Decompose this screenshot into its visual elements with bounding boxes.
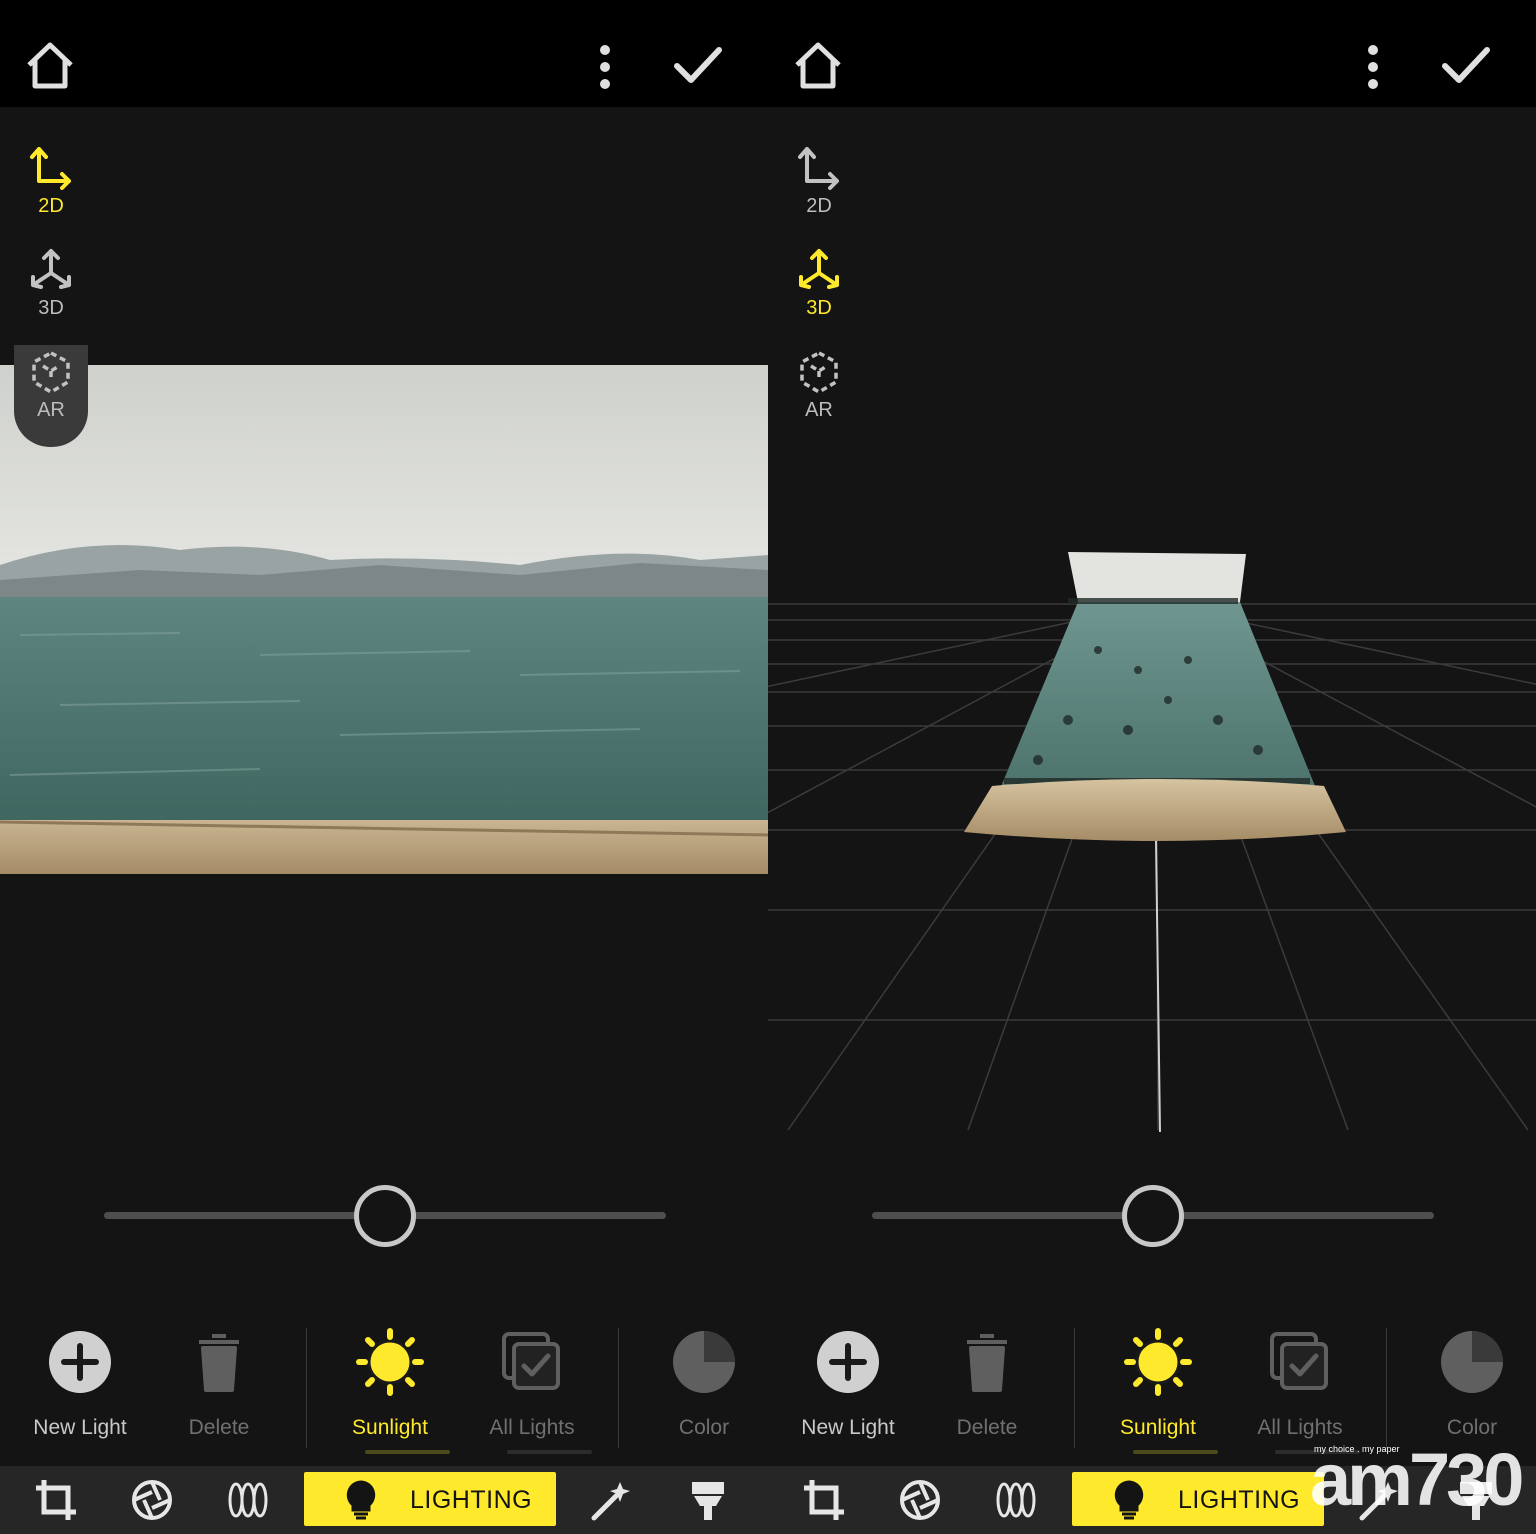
editor-panel-2d: 2D 3D AR New Light Delete Sunlight All L… — [0, 0, 768, 1534]
intensity-slider[interactable] — [104, 1185, 666, 1247]
plus-circle-icon — [49, 1331, 111, 1393]
light-tools: New Light Delete Sunlight All Lights Col… — [768, 1318, 1536, 1458]
editor-panel-3d: 2D 3D AR New Light Delete Sunlight All L… — [768, 0, 1536, 1534]
all-lights-button[interactable]: All Lights — [1230, 1318, 1370, 1458]
select-all-icon — [502, 1332, 560, 1390]
new-light-button[interactable]: New Light — [10, 1318, 150, 1458]
mode-3d[interactable]: 3D — [782, 247, 856, 347]
more-vert-icon[interactable] — [1358, 44, 1388, 90]
check-icon[interactable] — [672, 42, 724, 88]
axes-3d-icon — [799, 249, 839, 289]
pie-color-icon — [1441, 1331, 1503, 1393]
lighting-tab-label: LIGHTING — [410, 1486, 533, 1514]
slider-knob[interactable] — [1122, 1185, 1184, 1247]
mode-ar[interactable]: AR — [14, 345, 88, 447]
top-bar — [768, 0, 1536, 107]
axes-3d-icon — [31, 249, 71, 289]
select-all-icon — [1270, 1332, 1328, 1390]
watermark-logo: my choice . my paper am730 — [1310, 1438, 1524, 1521]
mode-2d[interactable]: 2D — [14, 145, 88, 245]
crop-icon[interactable] — [34, 1478, 78, 1522]
mode-3d-label: 3D — [806, 297, 832, 319]
color-button[interactable]: Color — [1402, 1318, 1536, 1458]
check-icon[interactable] — [1440, 42, 1492, 88]
pie-color-icon — [673, 1331, 735, 1393]
trash-icon — [967, 1334, 1007, 1392]
crop-icon[interactable] — [802, 1478, 846, 1522]
mode-ar-label: AR — [37, 399, 65, 421]
home-icon[interactable] — [24, 40, 76, 92]
lightbulb-icon — [346, 1480, 376, 1520]
sunlight-button[interactable]: Sunlight — [320, 1318, 460, 1458]
axes-2d-icon — [30, 147, 71, 190]
3d-scene-canvas[interactable] — [768, 420, 1536, 1140]
watermark-text: am730 — [1310, 1438, 1524, 1521]
sun-icon — [1124, 1328, 1192, 1396]
delete-button[interactable]: Delete — [149, 1318, 289, 1458]
photo-canvas[interactable] — [0, 365, 768, 874]
slider-knob[interactable] — [354, 1185, 416, 1247]
sun-icon — [356, 1328, 424, 1396]
top-bar — [0, 0, 768, 107]
mode-2d[interactable]: 2D — [782, 145, 856, 245]
axes-2d-icon — [798, 147, 839, 190]
mode-ar[interactable]: AR — [782, 349, 856, 449]
aperture-icon[interactable] — [130, 1478, 174, 1522]
lighting-tab-label: LIGHTING — [1178, 1486, 1301, 1514]
color-button[interactable]: Color — [634, 1318, 768, 1458]
magic-wand-icon[interactable] — [590, 1478, 634, 1522]
lens-filters-icon[interactable] — [226, 1478, 270, 1522]
aperture-icon[interactable] — [898, 1478, 942, 1522]
mode-3d-label: 3D — [38, 297, 64, 319]
mode-3d[interactable]: 3D — [14, 247, 88, 347]
sunlight-button[interactable]: Sunlight — [1088, 1318, 1228, 1458]
mode-2d-label: 2D — [38, 195, 64, 217]
intensity-slider[interactable] — [872, 1185, 1434, 1247]
plus-circle-icon — [817, 1331, 879, 1393]
lighting-tab[interactable]: LIGHTING — [304, 1472, 556, 1526]
light-tools: New Light Delete Sunlight All Lights Col… — [0, 1318, 768, 1458]
home-icon[interactable] — [792, 40, 844, 92]
mode-2d-label: 2D — [806, 195, 832, 217]
ar-cube-icon — [800, 351, 838, 394]
lighting-tab[interactable]: LIGHTING — [1072, 1472, 1324, 1526]
brush-icon[interactable] — [686, 1478, 730, 1522]
ar-cube-icon — [32, 351, 70, 394]
lens-filters-icon[interactable] — [994, 1478, 1038, 1522]
more-vert-icon[interactable] — [590, 44, 620, 90]
lightbulb-icon — [1114, 1480, 1144, 1520]
trash-icon — [199, 1334, 239, 1392]
mode-ar-label: AR — [805, 399, 833, 421]
bottom-toolbar: LIGHTING — [0, 1466, 768, 1534]
all-lights-button[interactable]: All Lights — [462, 1318, 602, 1458]
new-light-button[interactable]: New Light — [778, 1318, 918, 1458]
delete-button[interactable]: Delete — [917, 1318, 1057, 1458]
